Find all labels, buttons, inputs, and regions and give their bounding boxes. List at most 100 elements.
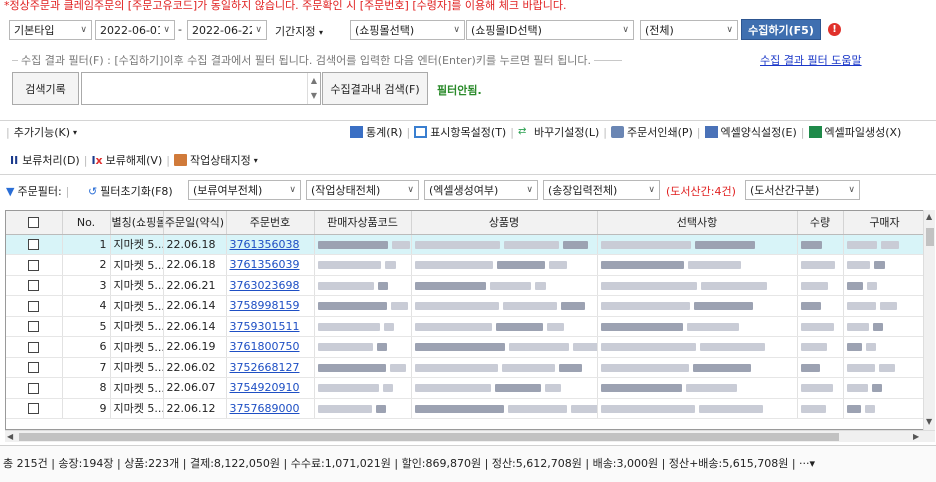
invoice-filter-select[interactable]: (송장입력전체) ∨ bbox=[543, 180, 660, 200]
row-select-cell[interactable] bbox=[6, 234, 63, 255]
extra-functions-menu[interactable]: | 추가기능(K) ▾ bbox=[6, 124, 77, 140]
redacted-text bbox=[548, 261, 567, 270]
all-select[interactable]: (전체) ∨ bbox=[640, 20, 738, 40]
table-row[interactable]: 4 지마켓 5... 22.06.14 3758998159 bbox=[6, 295, 924, 317]
row-checkbox[interactable] bbox=[28, 300, 40, 312]
row-checkbox[interactable] bbox=[28, 280, 40, 292]
row-select-cell[interactable] bbox=[6, 377, 63, 399]
divider: | bbox=[800, 125, 805, 139]
print-orders-button[interactable]: 주문서인쇄(P) bbox=[610, 124, 693, 140]
search-in-results-button[interactable]: 수집결과내 검색(F) bbox=[322, 72, 428, 105]
table-row[interactable]: 6 지마켓 5... 22.06.19 3761800750 bbox=[6, 336, 924, 358]
table-row[interactable]: 1 지마켓 5... 22.06.18 3761356038 bbox=[6, 234, 924, 255]
table-row[interactable]: 8 지마켓 5... 22.06.07 3754920910 bbox=[6, 377, 924, 399]
replace-settings-label: 바꾸기설정(L) bbox=[533, 126, 600, 139]
row-order-date: 22.06.12 bbox=[163, 398, 227, 419]
row-checkbox[interactable] bbox=[28, 259, 40, 271]
date-to-picker[interactable]: 2022-06-22 ∨ bbox=[187, 20, 267, 40]
stats-button[interactable]: 통계(R) bbox=[350, 124, 402, 140]
redacted-text bbox=[414, 322, 492, 331]
display-fields-button[interactable]: 표시항목설정(T) bbox=[414, 124, 506, 140]
row-order-number[interactable]: 3761356039 bbox=[226, 254, 315, 276]
row-order-number[interactable]: 3761356038 bbox=[226, 234, 315, 255]
column-header[interactable]: 구매자 bbox=[843, 211, 924, 235]
table-row[interactable]: 9 지마켓 5... 22.06.12 3757689000 bbox=[6, 398, 924, 419]
row-select-cell[interactable] bbox=[6, 316, 63, 337]
hold-button[interactable]: II 보류처리(D) bbox=[10, 152, 80, 168]
vertical-scroll-thumb[interactable] bbox=[926, 228, 934, 246]
table-row[interactable]: 7 지마켓 5... 22.06.02 3752668127 bbox=[6, 357, 924, 378]
excel-format-button[interactable]: 엑셀양식설정(E) bbox=[704, 124, 797, 140]
row-select-cell[interactable] bbox=[6, 295, 63, 317]
horizontal-scroll-thumb[interactable] bbox=[19, 433, 839, 441]
redacted-text bbox=[600, 302, 690, 311]
vertical-scrollbar[interactable]: ▲ ▼ bbox=[923, 210, 935, 430]
row-select-cell[interactable] bbox=[6, 398, 63, 419]
spin-icon[interactable]: ▲ ▼ bbox=[307, 73, 320, 104]
row-order-number[interactable]: 3759301511 bbox=[226, 316, 315, 337]
filter-help-link[interactable]: 수집 결과 필터 도움말 bbox=[760, 52, 862, 68]
mall-select[interactable]: (쇼핑몰선택) ∨ bbox=[350, 20, 465, 40]
work-status-label: 작업상태지정 bbox=[189, 154, 251, 167]
column-header[interactable]: 선택사항 bbox=[597, 211, 798, 235]
row-checkbox[interactable] bbox=[28, 321, 40, 333]
column-header[interactable]: 별칭(쇼핑몰) bbox=[110, 211, 164, 235]
redacted-text bbox=[496, 261, 545, 270]
collect-button[interactable]: 수집하기(F5) bbox=[741, 19, 821, 40]
row-quantity bbox=[797, 234, 844, 255]
row-select-cell[interactable] bbox=[6, 275, 63, 296]
chevron-down-icon: ∨ bbox=[407, 185, 414, 195]
search-history-button[interactable]: 검색기록 bbox=[12, 72, 79, 105]
row-checkbox[interactable] bbox=[28, 362, 40, 374]
row-number: 8 bbox=[62, 377, 111, 399]
replace-settings-button[interactable]: ⇄ 바꾸기설정(L) bbox=[518, 124, 599, 140]
warning-icon[interactable]: ! bbox=[828, 23, 841, 36]
row-order-number[interactable]: 3758998159 bbox=[226, 295, 315, 317]
row-order-number[interactable]: 3754920910 bbox=[226, 377, 315, 399]
work-filter-select[interactable]: (작업상태전체) ∨ bbox=[306, 180, 419, 200]
column-header[interactable]: 주문번호 bbox=[226, 211, 315, 235]
row-checkbox[interactable] bbox=[28, 341, 40, 353]
table-row[interactable]: 2 지마켓 5... 22.06.18 3761356039 bbox=[6, 254, 924, 276]
filter-search-input[interactable]: ▲ ▼ bbox=[81, 72, 321, 105]
row-select-cell[interactable] bbox=[6, 336, 63, 358]
redacted-text bbox=[384, 261, 396, 270]
mall-id-select-value: (쇼핑몰ID선택) bbox=[471, 24, 542, 37]
scroll-right-icon[interactable]: ▶ bbox=[913, 432, 919, 441]
row-order-number[interactable]: 3752668127 bbox=[226, 357, 315, 378]
row-select-cell[interactable] bbox=[6, 357, 63, 378]
row-number: 4 bbox=[62, 295, 111, 317]
row-order-number[interactable]: 3757689000 bbox=[226, 398, 315, 419]
release-button[interactable]: Ix 보류해제(V) bbox=[91, 152, 162, 168]
filter-reset-button[interactable]: ↺ 필터초기화(F8) bbox=[88, 183, 173, 199]
mall-id-select[interactable]: (쇼핑몰ID선택) ∨ bbox=[466, 20, 634, 40]
hold-filter-select[interactable]: (보류여부전체) ∨ bbox=[188, 180, 301, 200]
table-row[interactable]: 5 지마켓 5... 22.06.14 3759301511 bbox=[6, 316, 924, 337]
row-checkbox[interactable] bbox=[28, 239, 40, 251]
horizontal-scrollbar[interactable]: ◀ ▶ bbox=[5, 430, 935, 442]
excel-create-button[interactable]: 엑셀파일생성(X) bbox=[808, 124, 901, 140]
scroll-up-icon[interactable]: ▲ bbox=[926, 212, 932, 221]
header-select-all[interactable] bbox=[6, 211, 63, 235]
select-all-checkbox[interactable] bbox=[28, 217, 40, 229]
period-select[interactable]: 기간지정 ▾ bbox=[275, 23, 323, 39]
row-order-number[interactable]: 3761800750 bbox=[226, 336, 315, 358]
column-header[interactable]: 판매자상품코드 bbox=[314, 211, 412, 235]
scroll-down-icon[interactable]: ▼ bbox=[926, 417, 932, 426]
column-header[interactable]: 상품명 bbox=[411, 211, 598, 235]
table-row[interactable]: 3 지마켓 5... 22.06.21 3763023698 bbox=[6, 275, 924, 296]
row-checkbox[interactable] bbox=[28, 382, 40, 394]
date-from-picker[interactable]: 2022-06-01 ∨ bbox=[95, 20, 175, 40]
column-header[interactable]: No. bbox=[62, 211, 111, 235]
column-header[interactable]: 수량 bbox=[797, 211, 844, 235]
excel-filter-select[interactable]: (엑셀생성여부) ∨ bbox=[424, 180, 538, 200]
chevron-down-icon: ∨ bbox=[80, 25, 87, 35]
scroll-left-icon[interactable]: ◀ bbox=[7, 432, 13, 441]
work-status-menu[interactable]: 작업상태지정 ▾ bbox=[173, 152, 258, 168]
column-header[interactable]: 주문일(약식) bbox=[163, 211, 227, 235]
type-select[interactable]: 기본타입 ∨ bbox=[9, 20, 92, 40]
row-select-cell[interactable] bbox=[6, 254, 63, 276]
island-select[interactable]: (도서산간구분) ∨ bbox=[745, 180, 860, 200]
row-order-number[interactable]: 3763023698 bbox=[226, 275, 315, 296]
row-checkbox[interactable] bbox=[28, 403, 40, 415]
